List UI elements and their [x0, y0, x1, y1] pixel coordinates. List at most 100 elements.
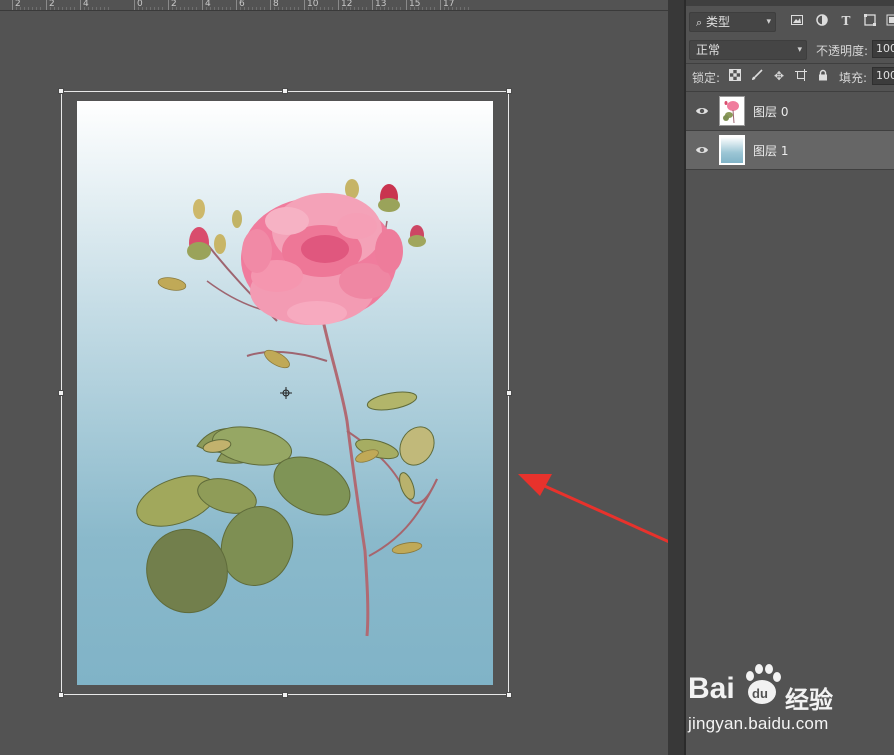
- ruler-minor-tick: [448, 7, 449, 10]
- ruler-minor-tick: [350, 7, 351, 10]
- ruler-minor-tick: [158, 7, 159, 10]
- ruler-minor-tick: [452, 7, 453, 10]
- fill-label: 填充:: [839, 71, 868, 85]
- ruler-minor-tick: [430, 7, 431, 10]
- layers-panel: ⌕ 类型 ▾ T 正常 ▾ 不透明度: 100% 锁定: ✥ 填充: 100%: [686, 0, 894, 755]
- lock-move-icon[interactable]: ✥: [772, 69, 786, 83]
- ruler-minor-tick: [434, 7, 435, 10]
- ruler-minor-tick: [16, 7, 17, 10]
- shape-filter-icon[interactable]: [863, 14, 877, 28]
- image-filter-icon[interactable]: [790, 14, 804, 28]
- ruler-minor-tick: [188, 7, 189, 10]
- ruler-minor-tick: [24, 7, 25, 10]
- transform-handle-bottom-left[interactable]: [58, 692, 64, 698]
- ruler-minor-tick: [180, 7, 181, 10]
- opacity-input[interactable]: 100%: [872, 40, 894, 58]
- ruler-minor-tick: [384, 7, 385, 10]
- lock-all-icon[interactable]: [816, 69, 830, 83]
- ruler-minor-tick: [230, 7, 231, 10]
- transform-handle-top-right[interactable]: [506, 88, 512, 94]
- ruler-minor-tick: [66, 7, 67, 10]
- ruler-minor-tick: [414, 7, 415, 10]
- ruler-tick: [406, 0, 407, 10]
- lock-artboard-icon[interactable]: [794, 69, 808, 83]
- ruler-minor-tick: [460, 7, 461, 10]
- lock-paint-icon[interactable]: [750, 69, 764, 83]
- transform-handle-middle-right[interactable]: [506, 390, 512, 396]
- ruler-minor-tick: [396, 7, 397, 10]
- ruler-minor-tick: [244, 7, 245, 10]
- ruler-minor-tick: [240, 7, 241, 10]
- ruler-minor-tick: [218, 7, 219, 10]
- transform-handle-middle-left[interactable]: [58, 390, 64, 396]
- ruler-minor-tick: [392, 7, 393, 10]
- ruler-minor-tick: [294, 7, 295, 10]
- blend-mode-dropdown[interactable]: 正常 ▾: [689, 40, 807, 60]
- visibility-eye-icon[interactable]: [695, 104, 709, 118]
- smart-object-filter-icon[interactable]: [885, 14, 894, 28]
- ruler-tick: [270, 0, 271, 10]
- layer-filter-dropdown[interactable]: ⌕ 类型 ▾: [689, 12, 776, 32]
- adjustment-filter-icon[interactable]: [815, 14, 829, 28]
- watermark-brand-cn: 经验: [785, 686, 833, 714]
- ruler-minor-tick: [62, 7, 63, 10]
- ruler-minor-tick: [184, 7, 185, 10]
- ruler-minor-tick: [358, 7, 359, 10]
- ruler-minor-tick: [222, 7, 223, 10]
- ruler-tick: [168, 0, 169, 10]
- ruler-minor-tick: [142, 7, 143, 10]
- layer-name[interactable]: 图层 0: [753, 103, 788, 120]
- layer-row-layer-0[interactable]: 图层 0: [686, 92, 894, 130]
- panel-tab-strip: [686, 0, 894, 6]
- svg-text:Bai: Bai: [688, 672, 735, 705]
- ruler-minor-tick: [366, 7, 367, 10]
- ruler-minor-tick: [252, 7, 253, 10]
- ruler-minor-tick: [36, 7, 37, 10]
- ruler-minor-tick: [400, 7, 401, 10]
- ruler-minor-tick: [54, 7, 55, 10]
- ruler-tick: [338, 0, 339, 10]
- ruler-minor-tick: [282, 7, 283, 10]
- transform-handle-top-center[interactable]: [282, 88, 288, 94]
- ruler-minor-tick: [256, 7, 257, 10]
- ruler-minor-tick: [444, 7, 445, 10]
- chevron-down-icon: ▾: [766, 17, 771, 27]
- ruler-minor-tick: [214, 7, 215, 10]
- transform-handle-top-left[interactable]: [58, 88, 64, 94]
- ruler-minor-tick: [278, 7, 279, 10]
- ruler-minor-tick: [226, 7, 227, 10]
- transform-handle-bottom-center[interactable]: [282, 692, 288, 698]
- ruler-minor-tick: [308, 7, 309, 10]
- type-filter-icon[interactable]: T: [839, 14, 853, 28]
- ruler-minor-tick: [274, 7, 275, 10]
- transform-pivot-point-icon[interactable]: [280, 387, 292, 399]
- ruler-minor-tick: [154, 7, 155, 10]
- ruler-minor-tick: [70, 7, 71, 10]
- ruler-minor-tick: [290, 7, 291, 10]
- ruler-minor-tick: [320, 7, 321, 10]
- lock-transparent-icon[interactable]: [728, 69, 742, 83]
- ruler-minor-tick: [298, 7, 299, 10]
- ruler-minor-tick: [32, 7, 33, 10]
- ruler-minor-tick: [324, 7, 325, 10]
- ruler-minor-tick: [426, 7, 427, 10]
- transform-handle-bottom-right[interactable]: [506, 692, 512, 698]
- ruler-minor-tick: [28, 7, 29, 10]
- ruler-minor-tick: [20, 7, 21, 10]
- panel-divider: [668, 0, 684, 755]
- ruler-tick: [80, 0, 81, 10]
- ruler-minor-tick: [138, 7, 139, 10]
- ruler-minor-tick: [380, 7, 381, 10]
- fill-input[interactable]: 100%: [872, 67, 894, 85]
- ruler-tick: [202, 0, 203, 10]
- ruler-minor-tick: [84, 7, 85, 10]
- canvas-area[interactable]: [0, 11, 745, 755]
- layer-name[interactable]: 图层 1: [753, 142, 788, 159]
- ruler-minor-tick: [388, 7, 389, 10]
- visibility-eye-icon[interactable]: [695, 143, 709, 157]
- ruler-minor-tick: [354, 7, 355, 10]
- ruler-minor-tick: [286, 7, 287, 10]
- ruler-minor-tick: [150, 7, 151, 10]
- layer-thumbnail-gradient: [719, 135, 745, 165]
- layer-row-layer-1[interactable]: 图层 1: [686, 131, 894, 169]
